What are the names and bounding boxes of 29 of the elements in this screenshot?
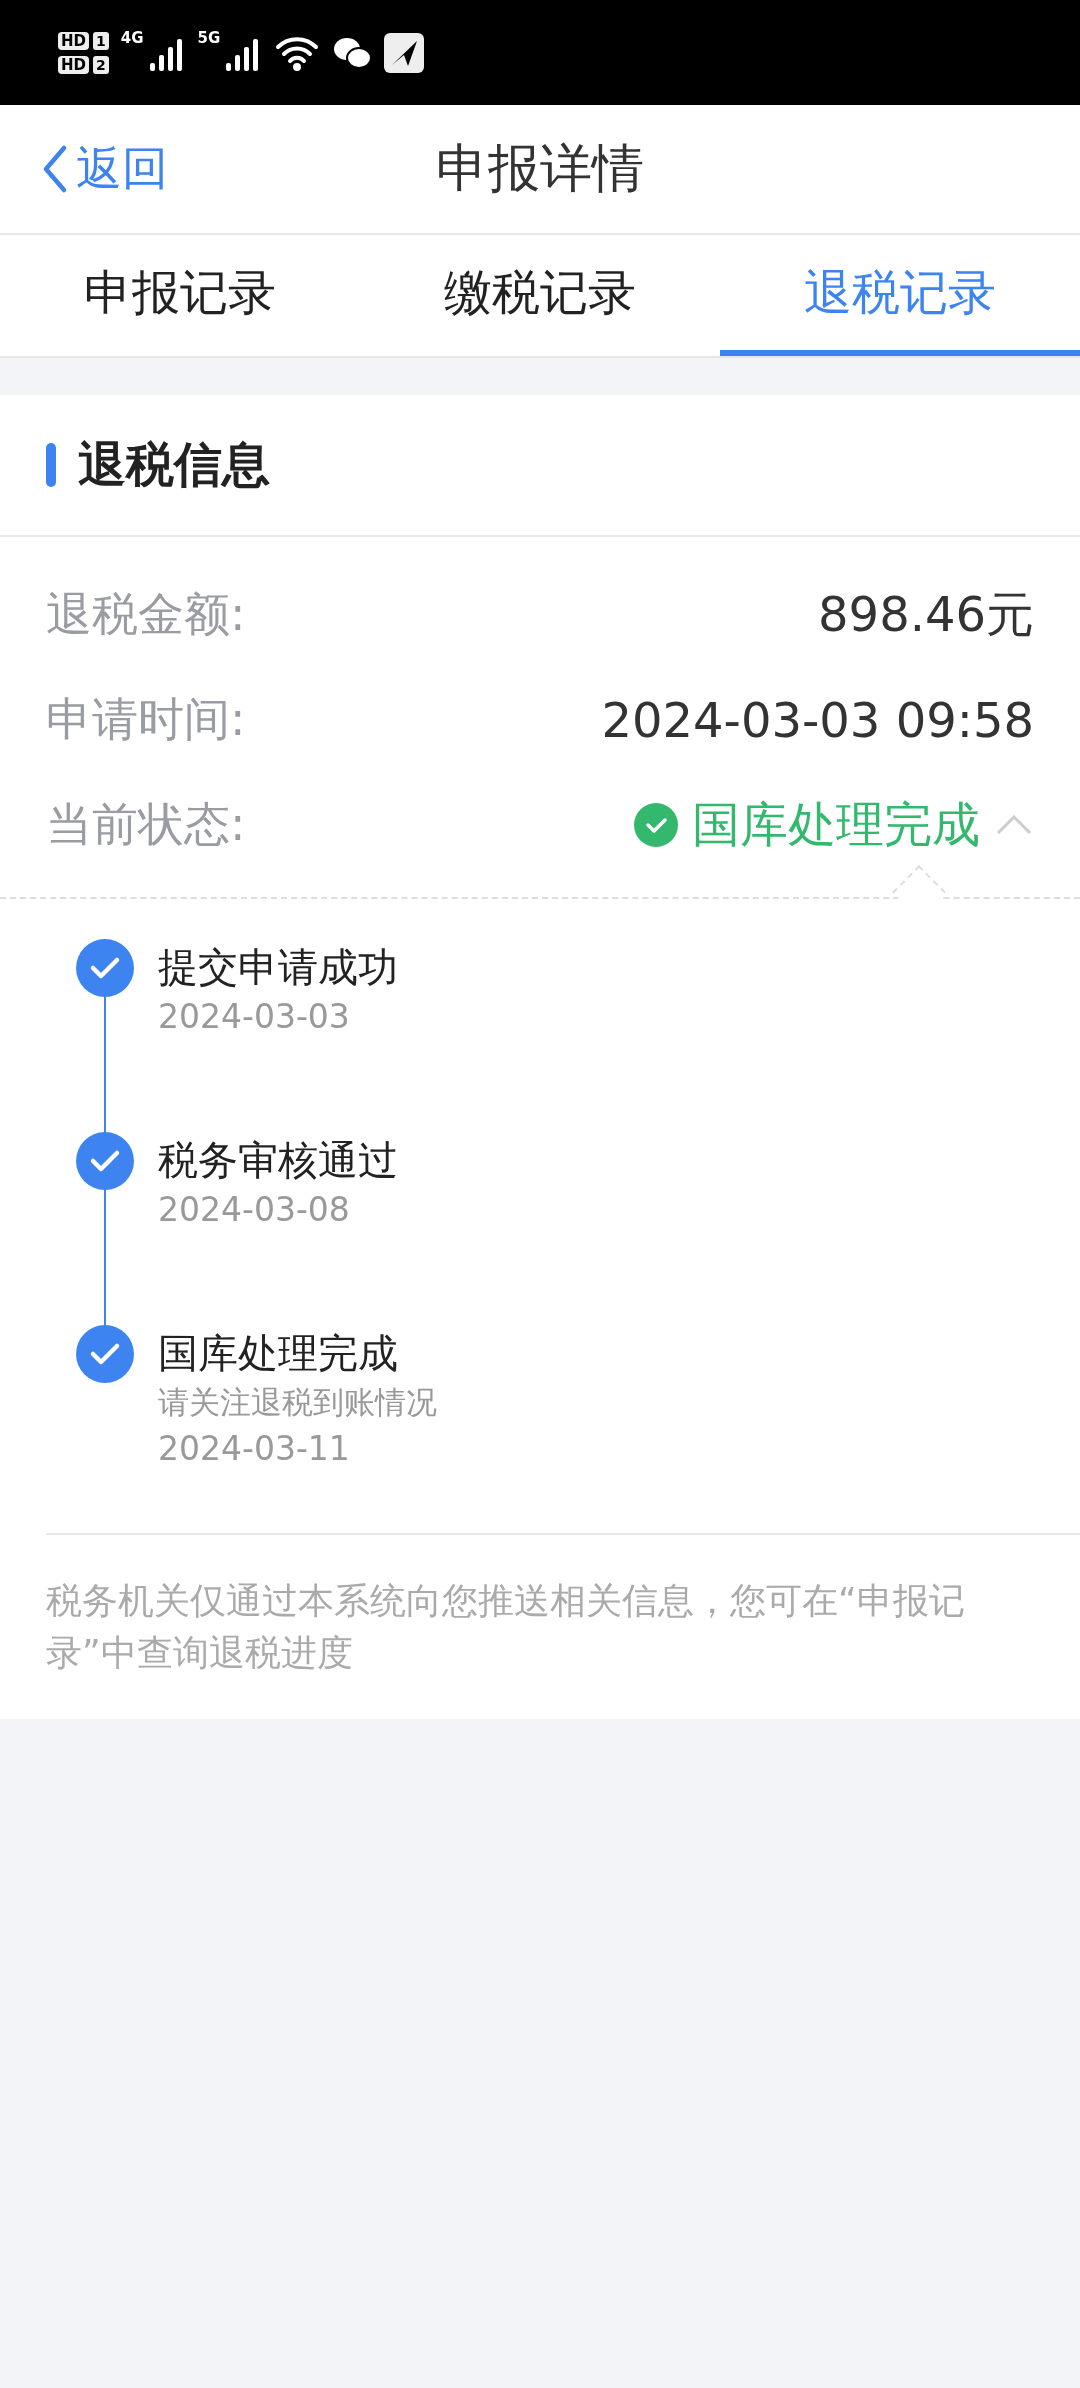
tab[interactable]: 申报记录: [0, 235, 360, 356]
check-circle-icon: [634, 802, 678, 847]
sim-slot-badge: 1: [93, 31, 109, 50]
hd-badge: HD: [58, 55, 89, 74]
step-note: 请关注退税到账情况: [158, 1383, 437, 1422]
step-date: 2024-03-03: [158, 996, 351, 1038]
step-title: 提交申请成功: [158, 943, 398, 992]
network-type: 4G: [120, 28, 144, 47]
app-icon: [384, 32, 425, 73]
sim-slot-badge: 2: [93, 55, 109, 74]
field-value: 898.46元: [818, 584, 1034, 644]
step-title: 税务审核通过: [158, 1136, 398, 1185]
field-value: 2024-03-03 09:58: [601, 691, 1034, 748]
field-label: 申请时间:: [46, 690, 246, 748]
field-label: 退税金额:: [46, 585, 246, 643]
info-note: 税务机关仅通过本系统向您推送相关信息，您可在“申报记录”中查询退税进度: [45, 1579, 966, 1675]
step-title: 国库处理完成: [158, 1329, 399, 1378]
status-value: 国库处理完成: [692, 794, 980, 854]
tab[interactable]: 退税记录: [720, 235, 1080, 356]
page-title: 申报详情: [436, 137, 644, 200]
back-button[interactable]: 返回: [40, 138, 168, 200]
field-label: 当前状态:: [46, 795, 246, 853]
step-date: 2024-03-08: [158, 1189, 351, 1231]
tab[interactable]: 缴税记录: [360, 235, 720, 356]
hd-badge: HD: [58, 31, 89, 50]
section-accent-bar: [46, 443, 56, 487]
network-type: 5G: [197, 28, 221, 47]
step-date: 2024-03-11: [158, 1428, 351, 1470]
section-title: 退税信息: [78, 435, 270, 494]
